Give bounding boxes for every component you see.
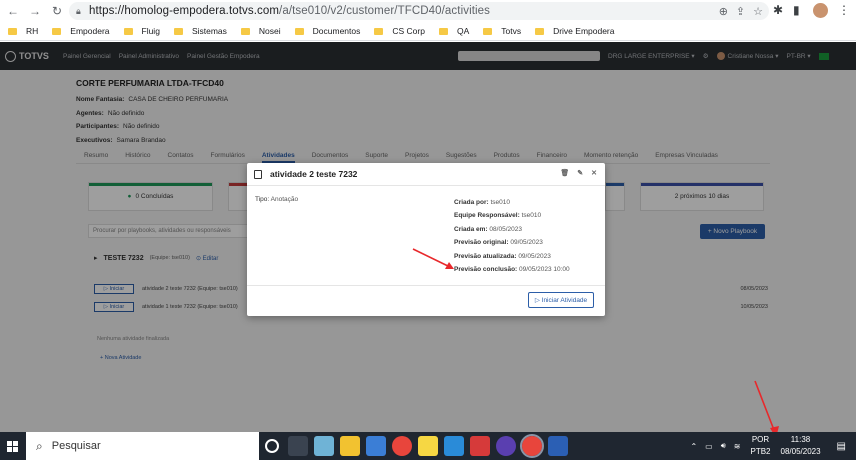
browser-toolbar: ← → ↻ 🔒︎ https://homolog-empodera.totvs.… (0, 0, 856, 22)
input-language[interactable]: POR PTB2 (750, 434, 770, 458)
side-panel-icon[interactable]: ▮ (793, 3, 800, 17)
bookmark-label: Totvs (501, 26, 522, 36)
notifications-icon[interactable]: ▤ (837, 441, 846, 452)
activity-info: Criada por: tse010 Equipe Responsável: t… (454, 196, 570, 276)
folder-icon (173, 27, 183, 35)
chrome-icon[interactable] (392, 436, 412, 456)
folder-icon (123, 27, 133, 35)
bookmark-label: Fluig (141, 26, 160, 36)
url-path: /a/tse010/v2/customer/TFCD40/activities (279, 5, 491, 17)
bookmark-label: QA (456, 26, 470, 36)
zoom-icon[interactable]: ⊕ (719, 5, 728, 18)
task-view-icon[interactable] (288, 436, 308, 456)
bookmark-label: Documentos (312, 26, 361, 36)
bookmark-label: Sistemas (191, 26, 227, 36)
folder-icon (294, 27, 304, 35)
menu-icon[interactable]: ⋮ (838, 3, 850, 17)
taskbar-search-placeholder: Pesquisar (51, 440, 101, 452)
chevron-up-icon[interactable]: ⌃ (690, 442, 697, 451)
volume-icon[interactable]: 🔊︎ (721, 441, 726, 451)
modal-body: Tipo: Anotação Criada por: tse010 Equipe… (247, 186, 605, 286)
bookmark-drive-empodera[interactable]: Drive Empodera (535, 26, 615, 36)
clock-time: 11:38 (790, 435, 811, 444)
document-icon (254, 169, 262, 179)
battery-icon[interactable]: ▭ (705, 442, 713, 451)
bookmark-sistemas[interactable]: Sistemas (173, 26, 227, 36)
close-icon[interactable]: ✕ (591, 169, 597, 177)
search-icon: ⌕ (36, 438, 43, 453)
bookmark-qa[interactable]: QA (438, 26, 470, 36)
bookmark-totvs[interactable]: Totvs (483, 26, 521, 36)
folder-icon (240, 27, 250, 35)
windows-start-icon[interactable] (7, 440, 18, 452)
start-activity-modal-button[interactable]: ▷ Iniciar Atividade (528, 292, 594, 308)
bookmark-label: RH (26, 26, 39, 36)
back-icon[interactable]: ← (4, 4, 22, 18)
profile-avatar[interactable] (813, 3, 828, 18)
app-red-icon[interactable] (470, 436, 490, 456)
bookmark-empodera[interactable]: Empodera (52, 26, 110, 36)
bookmark-label: Nosei (258, 26, 281, 36)
bookmark-label: Empodera (70, 26, 110, 36)
lock-icon[interactable]: 🔒︎ (76, 6, 81, 17)
share-icon[interactable]: ⇪ (736, 5, 745, 18)
folder-icon (535, 27, 545, 35)
bookmark-documentos[interactable]: Documentos (294, 26, 361, 36)
folder-icon (374, 27, 384, 35)
system-tray: ⌃ ▭ 🔊︎ ≋ POR PTB2 11:38 08/05/2023 ▤ (686, 432, 856, 460)
modal-title: atividade 2 teste 7232 (270, 169, 358, 179)
tipo-field: Tipo: Anotação (255, 196, 299, 203)
folder-icon (52, 27, 62, 35)
forward-icon[interactable]: → (26, 4, 44, 18)
bookmark-label: Drive Empodera (553, 26, 615, 36)
taskbar-clock[interactable]: 11:38 08/05/2023 (781, 434, 821, 458)
url-main: https://homolog-empodera.totvs.com (89, 5, 280, 17)
activity-modal: atividade 2 teste 7232 🗑︎ ✎ ✕ Tipo: Anot… (247, 163, 605, 316)
app-icon[interactable] (314, 436, 334, 456)
bookmark-cs-corp[interactable]: CS Corp (374, 26, 425, 36)
address-bar[interactable]: 🔒︎ https://homolog-empodera.totvs.com/a/… (69, 2, 769, 20)
previsao-conclusao: Previsão conclusão: 09/05/2023 10:00 (454, 266, 570, 274)
photos-icon[interactable] (444, 436, 464, 456)
delete-icon[interactable]: 🗑︎ (560, 169, 569, 177)
sticky-notes-icon[interactable] (418, 436, 438, 456)
calculator-icon[interactable] (366, 436, 386, 456)
clock-date: 08/05/2023 (780, 447, 821, 456)
cortana-icon[interactable] (265, 439, 279, 453)
bookmarks-bar: RH Empodera Fluig Sistemas Nosei Documentos CS… (0, 22, 856, 41)
chrome-active-icon[interactable] (520, 434, 544, 458)
bookmark-rh[interactable]: RH (8, 26, 38, 36)
folder-icon (8, 27, 17, 35)
extensions-icon[interactable]: ✱ (773, 3, 783, 17)
bookmark-label: CS Corp (392, 26, 425, 36)
wifi-icon[interactable]: ≋ (734, 442, 741, 451)
file-explorer-icon[interactable] (340, 436, 360, 456)
reload-icon[interactable]: ↻ (48, 4, 66, 18)
bookmark-nosei[interactable]: Nosei (240, 26, 281, 36)
bookmark-star-icon[interactable]: ☆ (753, 5, 763, 18)
windows-taskbar: ⌕ Pesquisar ⌃ ▭ 🔊︎ ≋ POR PTB2 11:38 08/05/… (0, 432, 856, 460)
edit-icon[interactable]: ✎ (577, 169, 583, 177)
app-purple-icon[interactable] (496, 436, 516, 456)
taskbar-search[interactable]: ⌕ Pesquisar (26, 432, 259, 460)
word-icon[interactable] (548, 436, 568, 456)
folder-icon (483, 27, 493, 35)
folder-icon (438, 27, 448, 35)
modal-header: atividade 2 teste 7232 🗑︎ ✎ ✕ (247, 163, 605, 186)
bookmark-fluig[interactable]: Fluig (123, 26, 160, 36)
